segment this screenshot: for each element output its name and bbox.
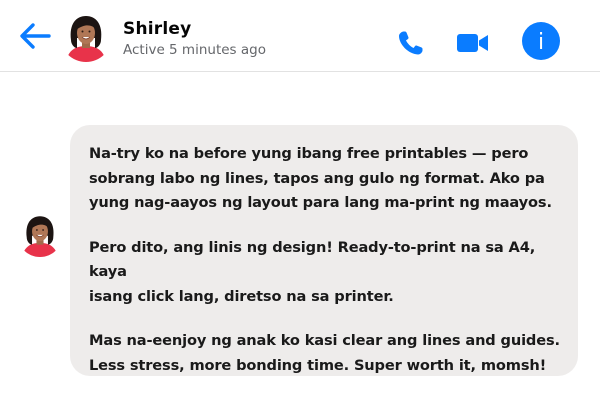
video-camera-icon xyxy=(457,34,488,52)
sender-avatar[interactable] xyxy=(17,211,63,257)
message-paragraph: Na-try ko na before yung ibang free prin… xyxy=(89,145,552,211)
message-paragraph: Mas na-eenjoy ng anak ko kasi clear ang … xyxy=(89,332,560,374)
chat-window: Shirley Active 5 minutes ago i Na-try ko… xyxy=(0,0,600,400)
message-bubble[interactable]: Na-try ko na before yung ibang free prin… xyxy=(70,125,578,376)
call-button[interactable] xyxy=(396,29,426,57)
message-paragraph: Pero dito, ang linis ng design! Ready-to… xyxy=(89,238,536,305)
avatar[interactable] xyxy=(60,10,112,62)
back-button[interactable] xyxy=(18,21,52,51)
info-glyph: i xyxy=(538,30,544,55)
contact-name[interactable]: Shirley xyxy=(123,19,191,39)
chat-header: Shirley Active 5 minutes ago i xyxy=(0,0,600,72)
info-button[interactable]: i xyxy=(522,22,560,60)
contact-status: Active 5 minutes ago xyxy=(123,42,266,58)
video-call-button[interactable] xyxy=(456,32,490,54)
info-icon: i xyxy=(538,30,544,55)
phone-icon xyxy=(399,31,423,55)
back-arrow-icon xyxy=(20,23,51,49)
